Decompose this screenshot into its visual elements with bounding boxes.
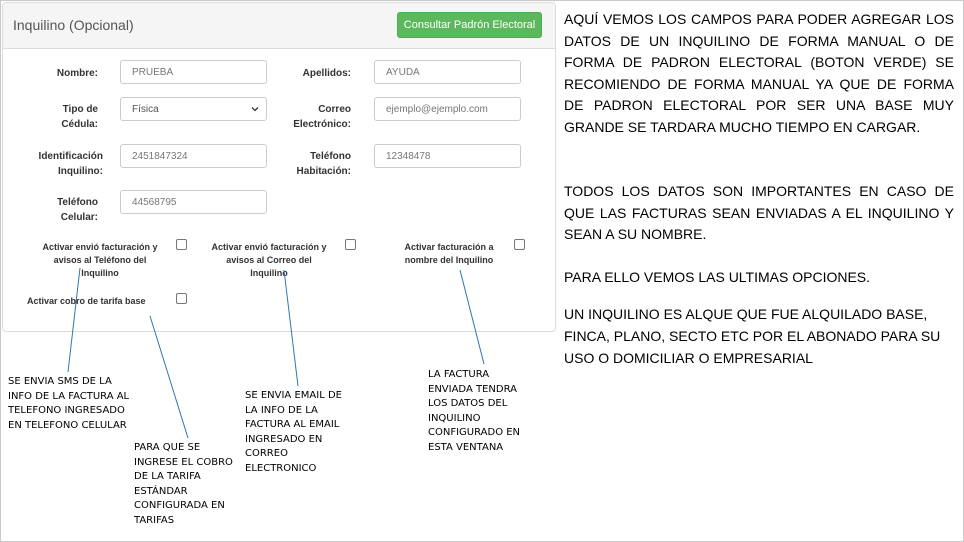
sms-annotation-line: EN TELEFONO CELULAR — [8, 419, 127, 431]
tarifa-annotation: PARA QUE SE INGRESE EL COBRO DE LA TARIF… — [134, 441, 233, 528]
email-annotation-line: LA INFO DE LA — [245, 404, 318, 416]
email-annotation-line: FACTURA AL EMAIL — [245, 419, 340, 430]
explanation-paragraph-4: UN INQUILINO ES ALQUE QUE FUE ALQUILADO … — [564, 306, 941, 366]
tarifa-annotation-line: CONFIGURADA EN — [134, 500, 225, 511]
email-annotation-line: SE ENVIA EMAIL DE — [245, 390, 342, 401]
explanation-paragraph-2: TODOS LOS DATOS SON IMPORTANTES EN CASO … — [564, 183, 954, 243]
nombre-annotation-line: INQUILINO — [428, 412, 481, 424]
sms-annotation-line: SE ENVIA SMS DE LA — [8, 376, 112, 387]
sms-annotation-line: TELEFONO INGRESADO — [8, 405, 125, 416]
nombre-annotation-line: CONFIGURADO EN — [428, 427, 521, 438]
tarifa-annotation-line: PARA QUE SE — [134, 442, 201, 453]
email-annotation: SE ENVIA EMAIL DE LA INFO DE LA FACTURA … — [245, 389, 342, 476]
tarifa-annotation-line: DE LA TARIFA — [134, 471, 201, 482]
nombre-annotation-line: ESTA VENTANA — [428, 441, 504, 453]
nombre-annotation-line: ENVIADA TENDRA — [428, 383, 517, 395]
tarifa-annotation-line: ESTÁNDAR — [134, 485, 188, 497]
nombre-annotation-line: LOS DATOS DEL — [428, 398, 508, 409]
nombre-arrow — [459, 269, 485, 365]
email-annotation-line: INGRESADO EN — [245, 433, 323, 445]
tarifa-arrow — [149, 315, 189, 439]
nombre-annotation: LA FACTURA ENVIADA TENDRA LOS DATOS DEL … — [428, 368, 520, 455]
email-annotation-line: ELECTRONICO — [245, 462, 317, 474]
explanation-paragraph-3: PARA ELLO VEMOS LAS ULTIMAS OPCIONES. — [564, 269, 871, 285]
email-arrow — [283, 269, 299, 387]
tarifa-annotation-line: INGRESE EL COBRO — [134, 456, 233, 468]
email-annotation-line: CORREO — [245, 448, 288, 459]
tarifa-annotation-line: TARIFAS — [134, 514, 175, 526]
explanation-paragraph-1: AQUÍ VEMOS LOS CAMPOS PARA PODER AGREGAR… — [564, 11, 954, 135]
nombre-annotation-line: LA FACTURA — [428, 369, 490, 380]
sms-annotation: SE ENVIA SMS DE LA INFO DE LA FACTURA AL… — [8, 375, 129, 433]
sms-arrow — [67, 267, 81, 373]
sms-annotation-line: INFO DE LA FACTURA AL — [8, 390, 130, 402]
